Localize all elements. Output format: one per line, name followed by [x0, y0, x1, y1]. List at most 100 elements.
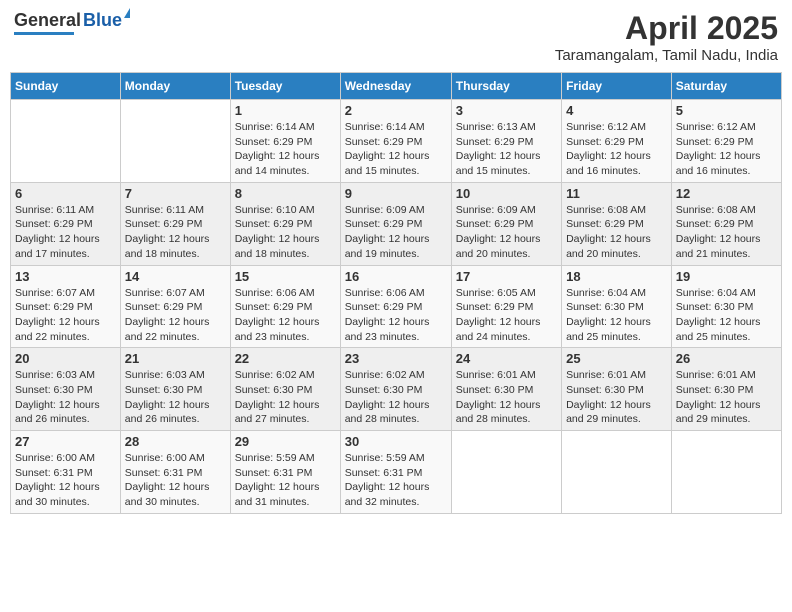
calendar-cell: 5 Sunrise: 6:12 AM Sunset: 6:29 PM Daylig…	[671, 100, 781, 183]
day-number: 5	[676, 103, 777, 118]
calendar-cell: 7Sunrise: 6:11 AM Sunset: 6:29 PM Daylig…	[120, 182, 230, 265]
calendar-cell: 9 Sunrise: 6:09 AM Sunset: 6:29 PM Daylig…	[340, 182, 451, 265]
calendar-cell: 27 Sunrise: 6:00 AM Sunset: 6:31 PM Dayli…	[11, 431, 121, 514]
day-number: 11	[566, 186, 667, 201]
day-number: 10	[456, 186, 557, 201]
day-info: Sunrise: 6:01 AM Sunset: 6:30 PM Dayligh…	[566, 368, 667, 427]
day-number: 3	[456, 103, 557, 118]
day-info: Sunrise: 6:02 AM Sunset: 6:30 PM Dayligh…	[235, 368, 336, 427]
logo-general: General	[14, 10, 81, 31]
calendar-week-4: 20 Sunrise: 6:03 AM Sunset: 6:30 PM Dayli…	[11, 348, 782, 431]
calendar-cell: 15 Sunrise: 6:06 AM Sunset: 6:29 PM Dayli…	[230, 265, 340, 348]
header-cell-saturday: Saturday	[671, 73, 781, 100]
calendar-cell: 22 Sunrise: 6:02 AM Sunset: 6:30 PM Dayli…	[230, 348, 340, 431]
logo: General Blue	[14, 10, 122, 35]
day-number: 29	[235, 434, 336, 449]
calendar-cell: 1 Sunrise: 6:14 AM Sunset: 6:29 PM Daylig…	[230, 100, 340, 183]
day-number: 25	[566, 351, 667, 366]
day-number: 24	[456, 351, 557, 366]
header-cell-friday: Friday	[562, 73, 672, 100]
calendar-cell	[11, 100, 121, 183]
day-number: 13	[15, 269, 116, 284]
day-number: 2	[345, 103, 447, 118]
day-number: 26	[676, 351, 777, 366]
calendar-week-2: 6Sunrise: 6:11 AM Sunset: 6:29 PM Daylig…	[11, 182, 782, 265]
logo-blue: Blue	[83, 10, 122, 30]
calendar-cell: 8 Sunrise: 6:10 AM Sunset: 6:29 PM Daylig…	[230, 182, 340, 265]
calendar-cell: 25 Sunrise: 6:01 AM Sunset: 6:30 PM Dayli…	[562, 348, 672, 431]
calendar-cell: 11 Sunrise: 6:08 AM Sunset: 6:29 PM Dayli…	[562, 182, 672, 265]
header-cell-tuesday: Tuesday	[230, 73, 340, 100]
calendar-cell: 18Sunrise: 6:04 AM Sunset: 6:30 PM Dayli…	[562, 265, 672, 348]
header-cell-wednesday: Wednesday	[340, 73, 451, 100]
day-info: Sunrise: 6:02 AM Sunset: 6:30 PM Dayligh…	[345, 368, 447, 427]
day-info: Sunrise: 6:06 AM Sunset: 6:29 PM Dayligh…	[345, 286, 447, 345]
calendar-cell: 13Sunrise: 6:07 AM Sunset: 6:29 PM Dayli…	[11, 265, 121, 348]
day-number: 17	[456, 269, 557, 284]
calendar-cell: 30 Sunrise: 5:59 AM Sunset: 6:31 PM Dayli…	[340, 431, 451, 514]
header-row: SundayMondayTuesdayWednesdayThursdayFrid…	[11, 73, 782, 100]
header-cell-monday: Monday	[120, 73, 230, 100]
day-number: 30	[345, 434, 447, 449]
day-number: 19	[676, 269, 777, 284]
day-number: 27	[15, 434, 116, 449]
logo-underline	[14, 32, 74, 35]
calendar-cell: 2 Sunrise: 6:14 AM Sunset: 6:29 PM Daylig…	[340, 100, 451, 183]
calendar-cell: 16 Sunrise: 6:06 AM Sunset: 6:29 PM Dayli…	[340, 265, 451, 348]
day-info: Sunrise: 6:09 AM Sunset: 6:29 PM Dayligh…	[345, 203, 447, 262]
calendar-header: SundayMondayTuesdayWednesdayThursdayFrid…	[11, 73, 782, 100]
day-info: Sunrise: 6:09 AM Sunset: 6:29 PM Dayligh…	[456, 203, 557, 262]
day-number: 9	[345, 186, 447, 201]
day-number: 23	[345, 351, 447, 366]
calendar-cell: 12 Sunrise: 6:08 AM Sunset: 6:29 PM Dayli…	[671, 182, 781, 265]
calendar-cell	[562, 431, 672, 514]
day-number: 16	[345, 269, 447, 284]
calendar-cell: 29 Sunrise: 5:59 AM Sunset: 6:31 PM Dayli…	[230, 431, 340, 514]
day-number: 20	[15, 351, 116, 366]
day-info: Sunrise: 6:03 AM Sunset: 6:30 PM Dayligh…	[15, 368, 116, 427]
calendar-cell	[671, 431, 781, 514]
day-number: 8	[235, 186, 336, 201]
day-info: Sunrise: 6:07 AM Sunset: 6:29 PM Dayligh…	[125, 286, 226, 345]
day-info: Sunrise: 6:04 AM Sunset: 6:30 PM Dayligh…	[676, 286, 777, 345]
day-number: 14	[125, 269, 226, 284]
day-number: 22	[235, 351, 336, 366]
day-info: Sunrise: 6:12 AM Sunset: 6:29 PM Dayligh…	[566, 120, 667, 179]
header-cell-thursday: Thursday	[451, 73, 561, 100]
calendar-cell: 6Sunrise: 6:11 AM Sunset: 6:29 PM Daylig…	[11, 182, 121, 265]
calendar-week-1: 1 Sunrise: 6:14 AM Sunset: 6:29 PM Daylig…	[11, 100, 782, 183]
day-number: 21	[125, 351, 226, 366]
day-info: Sunrise: 5:59 AM Sunset: 6:31 PM Dayligh…	[345, 451, 447, 510]
calendar-cell: 17 Sunrise: 6:05 AM Sunset: 6:29 PM Dayli…	[451, 265, 561, 348]
day-info: Sunrise: 6:08 AM Sunset: 6:29 PM Dayligh…	[676, 203, 777, 262]
day-info: Sunrise: 6:14 AM Sunset: 6:29 PM Dayligh…	[345, 120, 447, 179]
day-info: Sunrise: 6:13 AM Sunset: 6:29 PM Dayligh…	[456, 120, 557, 179]
calendar-cell: 28Sunrise: 6:00 AM Sunset: 6:31 PM Dayli…	[120, 431, 230, 514]
day-info: Sunrise: 6:14 AM Sunset: 6:29 PM Dayligh…	[235, 120, 336, 179]
header-cell-sunday: Sunday	[11, 73, 121, 100]
calendar-body: 1 Sunrise: 6:14 AM Sunset: 6:29 PM Daylig…	[11, 100, 782, 514]
calendar-cell: 24Sunrise: 6:01 AM Sunset: 6:30 PM Dayli…	[451, 348, 561, 431]
day-number: 1	[235, 103, 336, 118]
calendar-cell: 23 Sunrise: 6:02 AM Sunset: 6:30 PM Dayli…	[340, 348, 451, 431]
day-info: Sunrise: 6:08 AM Sunset: 6:29 PM Dayligh…	[566, 203, 667, 262]
page-title: April 2025	[555, 10, 778, 47]
day-number: 15	[235, 269, 336, 284]
day-number: 28	[125, 434, 226, 449]
calendar-cell	[451, 431, 561, 514]
day-info: Sunrise: 6:03 AM Sunset: 6:30 PM Dayligh…	[125, 368, 226, 427]
calendar-week-3: 13 Sunrise: 6:07 AM Sunset: 6:29 PM Dayli…	[11, 265, 782, 348]
day-info: Sunrise: 6:06 AM Sunset: 6:29 PM Dayligh…	[235, 286, 336, 345]
day-info: Sunrise: 6:12 AM Sunset: 6:29 PM Dayligh…	[676, 120, 777, 179]
calendar-cell: 21 Sunrise: 6:03 AM Sunset: 6:30 PM Dayli…	[120, 348, 230, 431]
calendar-cell: 19 Sunrise: 6:04 AM Sunset: 6:30 PM Dayli…	[671, 265, 781, 348]
day-info: Sunrise: 6:05 AM Sunset: 6:29 PM Dayligh…	[456, 286, 557, 345]
day-number: 7	[125, 186, 226, 201]
title-area: April 2025 Taramangalam, Tamil Nadu, Ind…	[555, 10, 778, 64]
day-number: 12	[676, 186, 777, 201]
day-info: Sunrise: 6:00 AM Sunset: 6:31 PM Dayligh…	[15, 451, 116, 510]
logo-triangle	[124, 8, 130, 18]
page-subtitle: Taramangalam, Tamil Nadu, India	[555, 47, 778, 64]
day-info: Sunrise: 5:59 AM Sunset: 6:31 PM Dayligh…	[235, 451, 336, 510]
day-info: Sunrise: 6:10 AM Sunset: 6:29 PM Dayligh…	[235, 203, 336, 262]
